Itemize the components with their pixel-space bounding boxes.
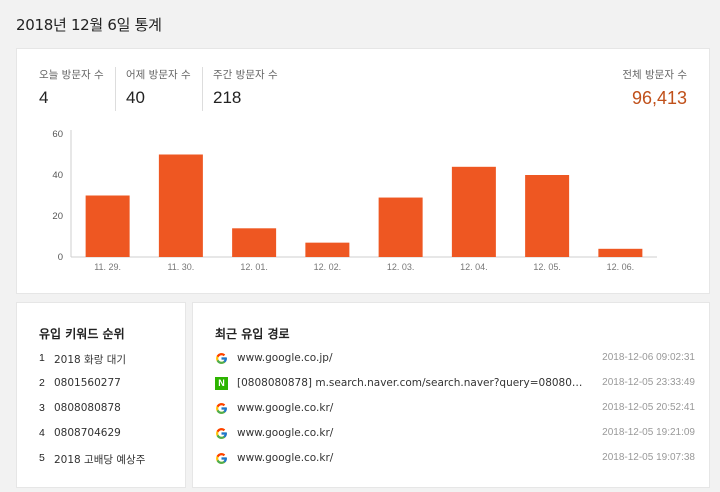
- keyword-item[interactable]: 4 0808704629: [39, 427, 145, 452]
- referrer-url[interactable]: www.google.co.kr/: [237, 427, 589, 439]
- referrer-time: 2018-12-05 19:07:38: [602, 452, 695, 463]
- referrer-item[interactable]: www.google.co.jp/ 2018-12-06 09:02:31: [215, 352, 695, 377]
- keyword-text[interactable]: 0801560277: [54, 377, 121, 389]
- page-title: 2018년 12월 6일 통계: [16, 16, 162, 34]
- naver-icon: N: [215, 377, 228, 390]
- referrer-url[interactable]: www.google.co.kr/: [237, 452, 589, 464]
- referrer-time: 2018-12-05 23:33:49: [602, 377, 695, 388]
- google-icon: [216, 428, 227, 439]
- bar-12-06: [598, 248, 643, 257]
- keyword-rank: 4: [39, 427, 45, 439]
- keyword-list: 1 2018 화랑 대기 2 0801560277 3 0808080878 4…: [39, 352, 145, 477]
- bar-12-01: [232, 228, 277, 257]
- x-tick-label: 12. 02.: [314, 262, 342, 272]
- keyword-text[interactable]: 0808704629: [54, 427, 121, 439]
- google-icon: [216, 453, 227, 464]
- referrer-url[interactable]: [0808080878] m.search.naver.com/search.n…: [237, 377, 589, 389]
- referrer-url[interactable]: www.google.co.kr/: [237, 402, 589, 414]
- keyword-text[interactable]: 2018 화랑 대기: [54, 352, 126, 367]
- y-tick-label: 20: [52, 211, 63, 222]
- x-tick-label: 12. 06.: [607, 262, 635, 272]
- keyword-item[interactable]: 1 2018 화랑 대기: [39, 352, 145, 377]
- bar-12-04: [451, 166, 496, 257]
- referrer-time: 2018-12-05 20:52:41: [602, 402, 695, 413]
- referrer-list: www.google.co.jp/ 2018-12-06 09:02:31 N …: [215, 352, 695, 477]
- referrer-time: 2018-12-06 09:02:31: [602, 352, 695, 363]
- bar-12-03: [378, 197, 423, 257]
- bar-12-02: [305, 242, 350, 257]
- keyword-item[interactable]: 5 2018 고배당 예상주: [39, 452, 145, 477]
- referrer-time: 2018-12-05 19:21:09: [602, 427, 695, 438]
- y-tick-label: 0: [58, 252, 63, 263]
- bar-11-30: [158, 154, 203, 257]
- keyword-text[interactable]: 2018 고배당 예상주: [54, 452, 145, 467]
- google-icon: [216, 353, 227, 364]
- referrer-item[interactable]: www.google.co.kr/ 2018-12-05 19:07:38: [215, 452, 695, 477]
- recent-referrers-title: 최근 유입 경로: [215, 327, 290, 341]
- google-icon: [216, 403, 227, 414]
- referrer-item[interactable]: N [0808080878] m.search.naver.com/search…: [215, 377, 695, 402]
- keyword-item[interactable]: 2 0801560277: [39, 377, 145, 402]
- x-tick-label: 12. 01.: [240, 262, 268, 272]
- bar-11-29: [85, 195, 130, 257]
- x-tick-label: 12. 03.: [387, 262, 415, 272]
- x-tick-label: 12. 04.: [460, 262, 488, 272]
- visitor-stats-panel: 오늘 방문자 수 4 어제 방문자 수 40 주간 방문자 수 218 전체 방…: [16, 48, 710, 294]
- recent-referrers-panel: 최근 유입 경로 www.google.co.jp/ 2018-12-06 09…: [192, 302, 710, 488]
- keyword-rank: 2: [39, 377, 45, 389]
- keyword-rank: 1: [39, 352, 45, 364]
- bar-12-05: [525, 175, 570, 257]
- x-tick-label: 11. 29.: [94, 262, 121, 272]
- referrer-url[interactable]: www.google.co.jp/: [237, 352, 589, 364]
- referrer-item[interactable]: www.google.co.kr/ 2018-12-05 20:52:41: [215, 402, 695, 427]
- daily-visitors-chart: 0 20 40 60 11. 29. 11. 30. 12. 01. 12. 02. 12. 0…: [52, 129, 657, 272]
- keyword-rank: 5: [39, 452, 45, 464]
- keyword-item[interactable]: 3 0808080878: [39, 402, 145, 427]
- referrer-item[interactable]: www.google.co.kr/ 2018-12-05 19:21:09: [215, 427, 695, 452]
- keyword-text[interactable]: 0808080878: [54, 402, 121, 414]
- keyword-rank: 3: [39, 402, 45, 414]
- x-tick-label: 11. 30.: [167, 262, 194, 272]
- keyword-ranking-title: 유입 키워드 순위: [39, 327, 125, 341]
- x-tick-label: 12. 05.: [533, 262, 561, 272]
- y-tick-label: 60: [52, 129, 63, 140]
- keyword-ranking-panel: 유입 키워드 순위 1 2018 화랑 대기 2 0801560277 3 08…: [16, 302, 186, 488]
- y-tick-label: 40: [52, 170, 63, 181]
